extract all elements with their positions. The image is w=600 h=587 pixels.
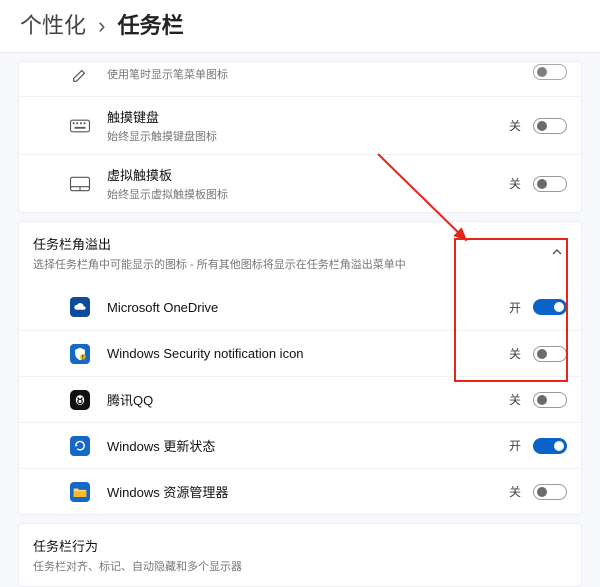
overflow-item-label: 腾讯QQ xyxy=(107,390,505,409)
overflow-4-toggle[interactable] xyxy=(533,484,567,500)
breadcrumb-separator: › xyxy=(98,13,105,38)
security-icon xyxy=(69,343,91,365)
system-icons-card: 使用笔时显示笔菜单图标 触摸键盘 始终显示触摸键盘图标 关 虚拟触摸板 始终显示… xyxy=(18,61,582,213)
toggle-state-label: 关 xyxy=(505,345,521,362)
overflow-item-label: Windows 更新状态 xyxy=(107,436,505,455)
breadcrumb-parent[interactable]: 个性化 xyxy=(20,13,86,38)
toggle-state-label: 关 xyxy=(505,117,521,134)
system-row-1: 触摸键盘 始终显示触摸键盘图标 关 xyxy=(19,96,581,154)
system-row-subtitle: 使用笔时显示笔菜单图标 xyxy=(107,66,533,82)
toggle-state-label: 关 xyxy=(505,391,521,408)
overflow-row-0: Microsoft OneDrive 开 xyxy=(19,284,581,330)
overflow-card: 任务栏角溢出 选择任务栏角中可能显示的图标 - 所有其他图标将显示在任务栏角溢出… xyxy=(18,221,582,515)
breadcrumb-current: 任务栏 xyxy=(118,13,184,38)
overflow-row-4: Windows 资源管理器 关 xyxy=(19,468,581,514)
explorer-icon xyxy=(69,481,91,503)
toggle-state-label: 开 xyxy=(505,299,521,316)
update-icon xyxy=(69,435,91,457)
chevron-up-icon[interactable] xyxy=(547,242,567,265)
qq-icon xyxy=(69,389,91,411)
behavior-title: 任务栏行为 xyxy=(33,536,567,555)
overflow-item-label: Microsoft OneDrive xyxy=(107,300,505,315)
toggle-state-label: 关 xyxy=(505,483,521,500)
overflow-header[interactable]: 任务栏角溢出 选择任务栏角中可能显示的图标 - 所有其他图标将显示在任务栏角溢出… xyxy=(19,222,581,284)
behavior-subtitle: 任务栏对齐、标记、自动隐藏和多个显示器 xyxy=(33,558,567,574)
breadcrumb[interactable]: 个性化 › 任务栏 xyxy=(20,8,580,40)
page-content: 使用笔时显示笔菜单图标 触摸键盘 始终显示触摸键盘图标 关 虚拟触摸板 始终显示… xyxy=(0,61,600,587)
overflow-0-toggle[interactable] xyxy=(533,299,567,315)
overflow-item-label: Windows Security notification icon xyxy=(107,346,505,361)
system-row-title: 虚拟触摸板 xyxy=(107,165,505,184)
system-row-subtitle: 始终显示触摸键盘图标 xyxy=(107,128,505,144)
overflow-1-toggle[interactable] xyxy=(533,346,567,362)
overflow-subtitle: 选择任务栏角中可能显示的图标 - 所有其他图标将显示在任务栏角溢出菜单中 xyxy=(33,256,547,272)
overflow-row-2: 腾讯QQ 关 xyxy=(19,376,581,422)
overflow-row-1: Windows Security notification icon 关 xyxy=(19,330,581,376)
system-2-toggle[interactable] xyxy=(533,176,567,192)
overflow-item-label: Windows 资源管理器 xyxy=(107,482,505,501)
overflow-title: 任务栏角溢出 xyxy=(33,234,547,253)
toggle-state-label: 开 xyxy=(505,437,521,454)
header: 个性化 › 任务栏 xyxy=(0,0,600,53)
touchpad-icon xyxy=(69,173,91,195)
overflow-2-toggle[interactable] xyxy=(533,392,567,408)
overflow-3-toggle[interactable] xyxy=(533,438,567,454)
system-1-toggle[interactable] xyxy=(533,118,567,134)
behavior-header[interactable]: 任务栏行为 任务栏对齐、标记、自动隐藏和多个显示器 xyxy=(19,524,581,586)
system-row-title: 触摸键盘 xyxy=(107,107,505,126)
system-row-0: 使用笔时显示笔菜单图标 xyxy=(19,62,581,96)
overflow-row-3: Windows 更新状态 开 xyxy=(19,422,581,468)
pen-icon xyxy=(69,64,91,86)
behavior-card: 任务栏行为 任务栏对齐、标记、自动隐藏和多个显示器 xyxy=(18,523,582,587)
system-0-toggle[interactable] xyxy=(533,64,567,80)
system-row-2: 虚拟触摸板 始终显示虚拟触摸板图标 关 xyxy=(19,154,581,212)
onedrive-icon xyxy=(69,296,91,318)
keyboard-icon xyxy=(69,115,91,137)
toggle-state-label: 关 xyxy=(505,175,521,192)
system-row-subtitle: 始终显示虚拟触摸板图标 xyxy=(107,186,505,202)
